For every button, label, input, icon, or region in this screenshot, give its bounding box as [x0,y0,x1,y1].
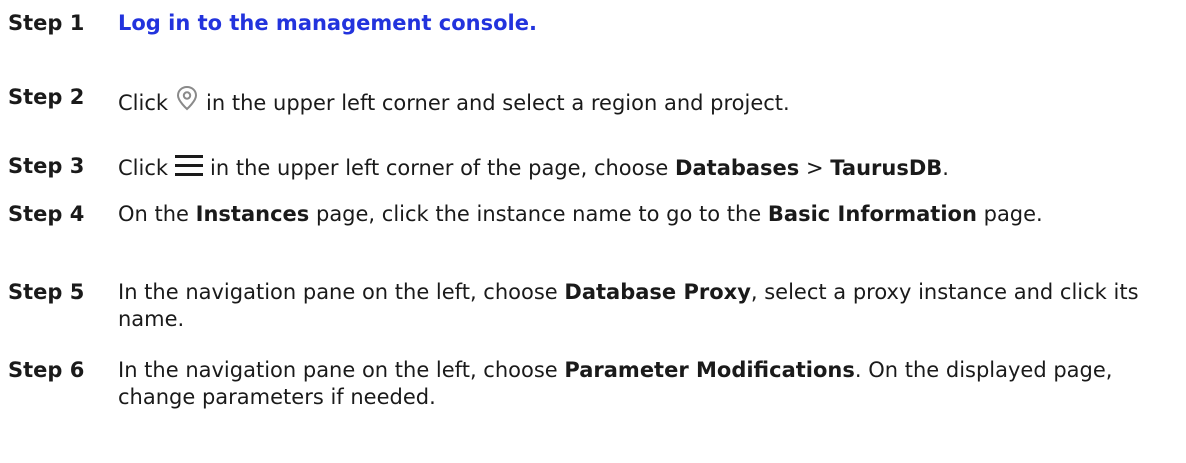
step-3-separator: > [806,156,824,180]
step-5-text-1: In the navigation pane on the left, choo… [118,280,558,304]
step-1-label: Step 1 [8,11,85,35]
step-4-text-2: page, click the instance name to go to t… [315,202,762,226]
step-6-text-1: In the navigation pane on the left, choo… [118,358,558,382]
step-4-label: Step 4 [8,202,85,226]
step-3-end: . [942,156,949,180]
step-5: Step 5 In the navigation pane on the lef… [8,279,1178,333]
step-2-body: Click in the upper left corner and select… [118,84,1178,121]
step-5-label: Step 5 [8,280,85,304]
step-4: Step 4 On the Instances page, click the … [8,201,1178,228]
step-4-text-3: page. [983,202,1043,226]
step-4-text-1: On the [118,202,189,226]
step-3-text-after: in the upper left corner of the page, ch… [210,156,669,180]
parameter-modifications-label: Parameter Modifications [564,358,855,382]
step-1: Step 1 Log in to the management console. [8,10,1178,37]
step-3-text-before: Click [118,156,169,180]
hamburger-menu-icon [174,153,204,186]
databases-menu-label: Databases [675,156,800,180]
step-5-body: In the navigation pane on the left, choo… [118,279,1178,333]
step-2-label: Step 2 [8,85,85,109]
management-console-link[interactable]: Log in to the management console. [118,11,537,35]
step-6-body: In the navigation pane on the left, choo… [118,357,1178,411]
taurusdb-menu-label: TaurusDB [830,156,943,180]
step-6-label: Step 6 [8,358,85,382]
step-3-label: Step 3 [8,154,85,178]
basic-information-label: Basic Information [767,202,977,226]
database-proxy-label: Database Proxy [564,280,751,304]
instances-page-label: Instances [195,202,310,226]
step-2: Step 2 Click in the upper left corner and… [8,84,1178,121]
step-4-body: On the Instances page, click the instanc… [118,201,1178,228]
step-2-text-after: in the upper left corner and select a re… [206,91,790,115]
location-pin-icon [174,84,200,121]
step-6: Step 6 In the navigation pane on the lef… [8,357,1178,411]
step-1-body: Log in to the management console. [118,10,1178,37]
step-3-body: Click in the upper left corner of the pag… [118,153,1178,186]
step-2-text-before: Click [118,91,169,115]
step-3: Step 3 Click in the upper left corner of … [8,153,1178,186]
